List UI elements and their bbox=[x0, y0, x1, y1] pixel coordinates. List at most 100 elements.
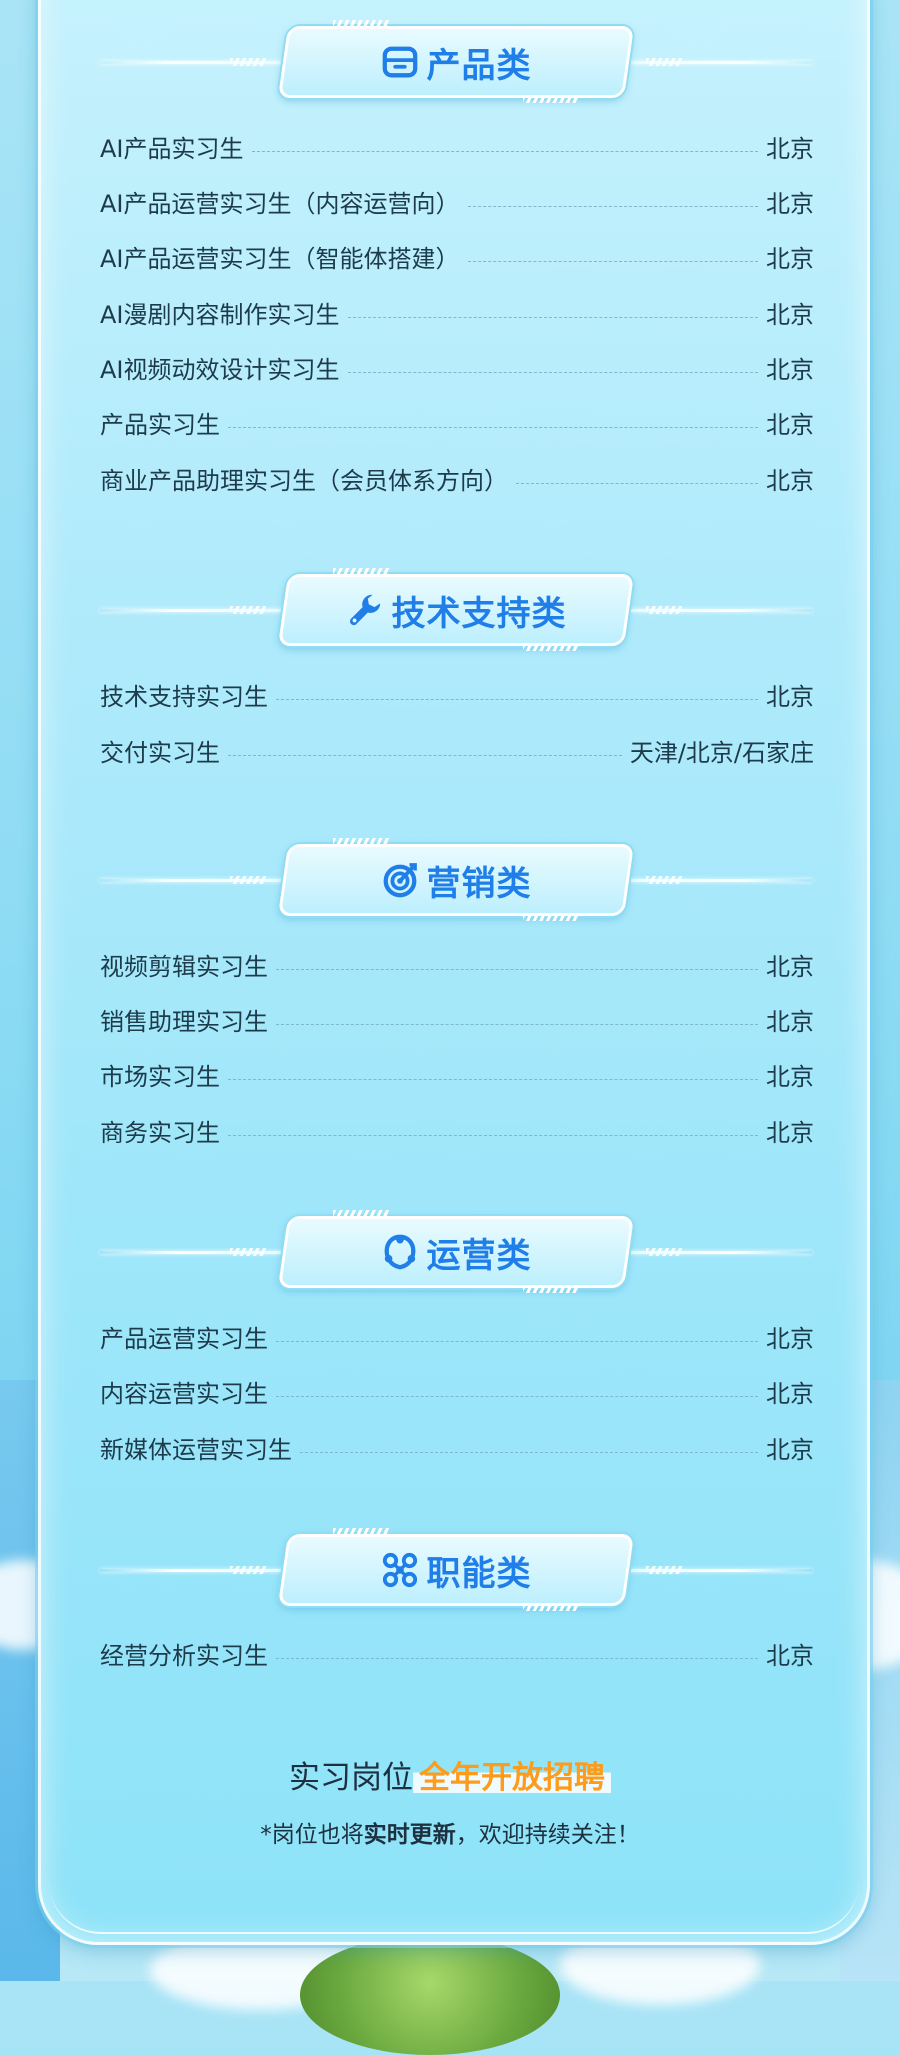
footer-note-suffix: ，欢迎持续关注！ bbox=[455, 1822, 640, 1848]
job-title: 视频剪辑实习生 bbox=[100, 952, 268, 981]
job-row[interactable]: AI视频动效设计实习生 北京 bbox=[100, 347, 814, 387]
job-title: AI产品运营实习生（智能体搭建） bbox=[100, 244, 460, 273]
dotted-leader bbox=[347, 371, 758, 373]
header-dashes-left bbox=[230, 606, 266, 614]
job-title: 产品实习生 bbox=[100, 410, 220, 439]
job-location: 北京 bbox=[766, 1324, 814, 1353]
dotted-leader bbox=[228, 1134, 758, 1136]
target-icon bbox=[381, 861, 419, 899]
section-title-text: 职能类 bbox=[426, 1553, 532, 1594]
section-header: 技术支持类 bbox=[100, 568, 812, 651]
job-title: AI视频动效设计实习生 bbox=[100, 355, 340, 384]
job-title: 内容运营实习生 bbox=[100, 1379, 268, 1408]
job-location: 北京 bbox=[766, 1118, 814, 1147]
job-row[interactable]: 技术支持实习生 北京 bbox=[100, 674, 814, 714]
section-header: 产品类 bbox=[100, 20, 812, 103]
job-location: 北京 bbox=[766, 952, 814, 981]
dotted-leader bbox=[228, 426, 758, 428]
section-title: 运营类 bbox=[283, 1216, 629, 1288]
dotted-leader bbox=[276, 1657, 758, 1659]
footer-headline-highlight: 全年开放招聘 bbox=[413, 1760, 611, 1796]
job-row[interactable]: 市场实习生 北京 bbox=[100, 1054, 814, 1094]
footer-note: *岗位也将实时更新，欢迎持续关注！ bbox=[0, 1815, 900, 1849]
footer-note-bold: 实时更新 bbox=[363, 1822, 456, 1848]
job-row[interactable]: 商务实习生 北京 bbox=[100, 1110, 814, 1150]
job-row[interactable]: AI漫剧内容制作实习生 北京 bbox=[100, 292, 814, 332]
dotted-leader bbox=[276, 698, 758, 700]
job-title: 交付实习生 bbox=[100, 738, 220, 767]
dotted-leader bbox=[276, 1395, 758, 1397]
dotted-leader bbox=[276, 1023, 758, 1025]
dotted-leader bbox=[300, 1451, 758, 1453]
job-row[interactable]: 内容运营实习生 北京 bbox=[100, 1371, 814, 1411]
job-location: 北京 bbox=[766, 1435, 814, 1464]
job-location: 天津/北京/石家庄 bbox=[629, 738, 814, 767]
job-row[interactable]: 产品实习生 北京 bbox=[100, 402, 814, 442]
job-location: 北京 bbox=[766, 682, 814, 711]
header-dashes-right bbox=[646, 1566, 682, 1574]
section-title-text: 产品类 bbox=[426, 45, 532, 86]
dotted-leader bbox=[276, 968, 758, 970]
job-row[interactable]: 新媒体运营实习生 北京 bbox=[100, 1427, 814, 1467]
footer-headline: 实习岗位 全年开放招聘 bbox=[0, 1752, 900, 1797]
header-dashes-right bbox=[646, 606, 682, 614]
section-header: 营销类 bbox=[100, 838, 812, 921]
background-hill bbox=[300, 1935, 560, 2055]
dotted-leader bbox=[467, 260, 758, 262]
job-title: 市场实习生 bbox=[100, 1062, 220, 1091]
job-row[interactable]: 交付实习生 天津/北京/石家庄 bbox=[100, 730, 814, 770]
section-header: 运营类 bbox=[100, 1210, 812, 1293]
job-location: 北京 bbox=[766, 189, 814, 218]
job-row[interactable]: AI产品实习生 北京 bbox=[100, 126, 814, 166]
dotted-leader bbox=[516, 482, 758, 484]
job-location: 北京 bbox=[766, 244, 814, 273]
job-location: 北京 bbox=[766, 1379, 814, 1408]
job-location: 北京 bbox=[766, 1641, 814, 1670]
job-title: AI产品运营实习生（内容运营向） bbox=[100, 189, 460, 218]
job-title: AI漫剧内容制作实习生 bbox=[100, 300, 340, 329]
dotted-leader bbox=[276, 1340, 758, 1342]
dotted-leader bbox=[251, 150, 758, 152]
header-dashes-right bbox=[646, 876, 682, 884]
job-title: 商务实习生 bbox=[100, 1118, 220, 1147]
section-title: 技术支持类 bbox=[283, 574, 629, 646]
header-dashes-right bbox=[646, 58, 682, 66]
job-row[interactable]: 销售助理实习生 北京 bbox=[100, 999, 814, 1039]
job-title: 商业产品助理实习生（会员体系方向） bbox=[100, 466, 508, 495]
job-title: 产品运营实习生 bbox=[100, 1324, 268, 1353]
job-row[interactable]: 经营分析实习生 北京 bbox=[100, 1633, 814, 1673]
dotted-leader bbox=[467, 205, 758, 207]
job-location: 北京 bbox=[766, 410, 814, 439]
section-header: 职能类 bbox=[100, 1528, 812, 1611]
job-row[interactable]: 产品运营实习生 北京 bbox=[100, 1316, 814, 1356]
footer-headline-prefix: 实习岗位 bbox=[289, 1760, 413, 1796]
job-title: 新媒体运营实习生 bbox=[100, 1435, 292, 1464]
job-title: 销售助理实习生 bbox=[100, 1007, 268, 1036]
job-title: 经营分析实习生 bbox=[100, 1641, 268, 1670]
job-title: AI产品实习生 bbox=[100, 134, 244, 163]
job-row[interactable]: AI产品运营实习生（智能体搭建） 北京 bbox=[100, 236, 814, 276]
job-title: 技术支持实习生 bbox=[100, 682, 268, 711]
header-dashes-right bbox=[646, 1248, 682, 1256]
job-location: 北京 bbox=[766, 1007, 814, 1036]
header-dashes-left bbox=[230, 876, 266, 884]
header-dashes-left bbox=[230, 1566, 266, 1574]
job-location: 北京 bbox=[766, 134, 814, 163]
job-location: 北京 bbox=[766, 300, 814, 329]
job-row[interactable]: AI产品运营实习生（内容运营向） 北京 bbox=[100, 181, 814, 221]
card-edge-highlight bbox=[49, 1872, 859, 1934]
shield-icon bbox=[381, 1233, 419, 1271]
card-icon bbox=[381, 43, 419, 81]
job-location: 北京 bbox=[766, 355, 814, 384]
job-row[interactable]: 视频剪辑实习生 北京 bbox=[100, 944, 814, 984]
dotted-leader bbox=[347, 316, 758, 318]
header-dashes-left bbox=[230, 58, 266, 66]
network-icon bbox=[381, 1551, 419, 1589]
section-title: 职能类 bbox=[283, 1534, 629, 1606]
header-dashes-left bbox=[230, 1248, 266, 1256]
job-row[interactable]: 商业产品助理实习生（会员体系方向） 北京 bbox=[100, 458, 814, 498]
wrench-icon bbox=[346, 591, 384, 629]
job-location: 北京 bbox=[766, 466, 814, 495]
job-location: 北京 bbox=[766, 1062, 814, 1091]
section-title: 营销类 bbox=[283, 844, 629, 916]
